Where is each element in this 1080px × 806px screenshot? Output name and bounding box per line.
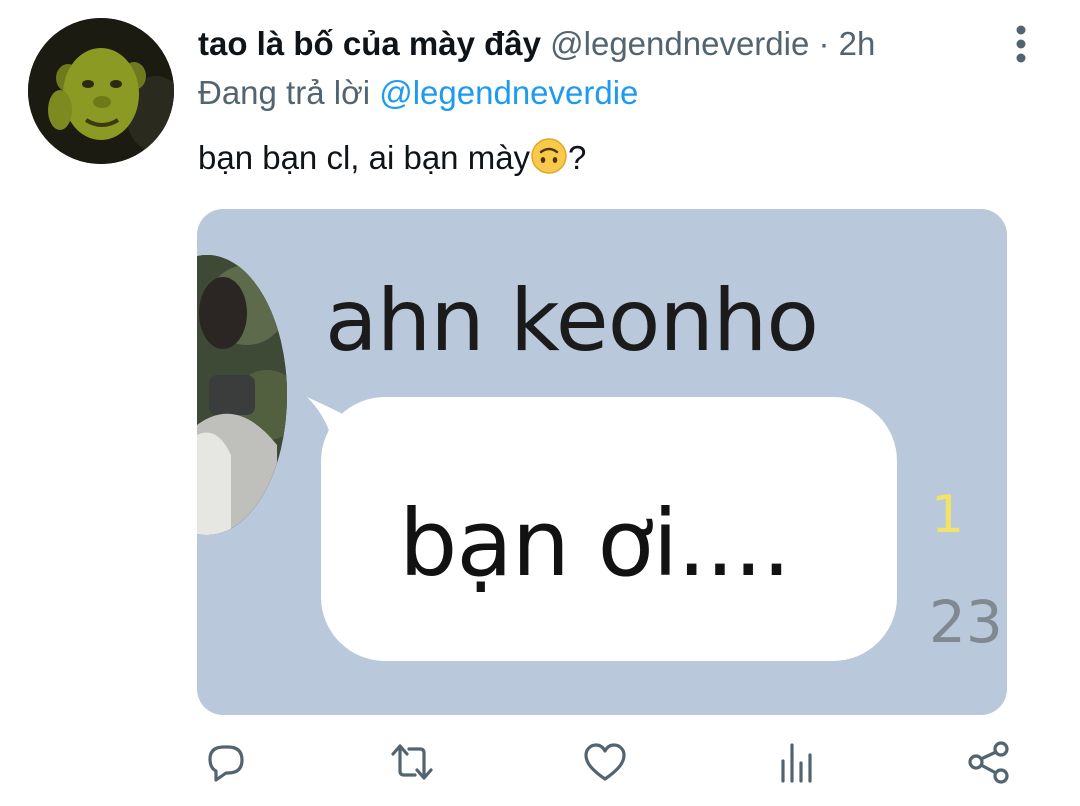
- share-button[interactable]: [962, 735, 1016, 789]
- more-options-button[interactable]: [1004, 22, 1038, 66]
- tweet-header: tao là bố của mày đây @legendneverdie · …: [198, 22, 998, 66]
- reply-button[interactable]: [198, 735, 252, 789]
- reply-icon: [208, 745, 244, 782]
- author-display-name[interactable]: tao là bố của mày đây: [198, 25, 541, 62]
- author-avatar[interactable]: [28, 18, 174, 164]
- retweet-icon: [391, 744, 433, 780]
- tweet-media-image[interactable]: ahn keonho bạn ơi.... 1 23: [197, 209, 1007, 715]
- share-icon: [968, 741, 1009, 784]
- retweet-button[interactable]: [385, 735, 439, 789]
- tweet-timestamp[interactable]: 2h: [839, 25, 876, 62]
- message-time-fragment: 23: [929, 588, 1003, 656]
- reply-prefix: Đang trả lời: [198, 74, 371, 111]
- contact-avatar-photo: [197, 255, 287, 535]
- replying-to: Đang trả lời @legendneverdie: [198, 72, 998, 114]
- heart-icon: [584, 743, 626, 781]
- more-vertical-icon: [1016, 25, 1026, 63]
- like-button[interactable]: [578, 735, 632, 789]
- header-separator: ·: [818, 25, 830, 62]
- chat-contact-name: ahn keonho: [325, 271, 819, 371]
- upside-down-face-emoji: [531, 138, 567, 174]
- tweet-text: bạn bạn cl, ai bạn mày ?: [198, 136, 998, 180]
- reply-to-handle[interactable]: @legendneverdie: [379, 74, 638, 111]
- tweet-action-bar: [0, 735, 1080, 789]
- unread-count: 1: [931, 485, 965, 545]
- tweet-body-suffix: ?: [568, 139, 587, 176]
- chat-message-text: bạn ơi....: [399, 490, 791, 597]
- analytics-button[interactable]: [770, 735, 824, 789]
- tweet-body: bạn bạn cl, ai bạn mày: [198, 139, 531, 176]
- analytics-icon: [781, 743, 812, 783]
- author-handle[interactable]: @legendneverdie: [550, 25, 809, 62]
